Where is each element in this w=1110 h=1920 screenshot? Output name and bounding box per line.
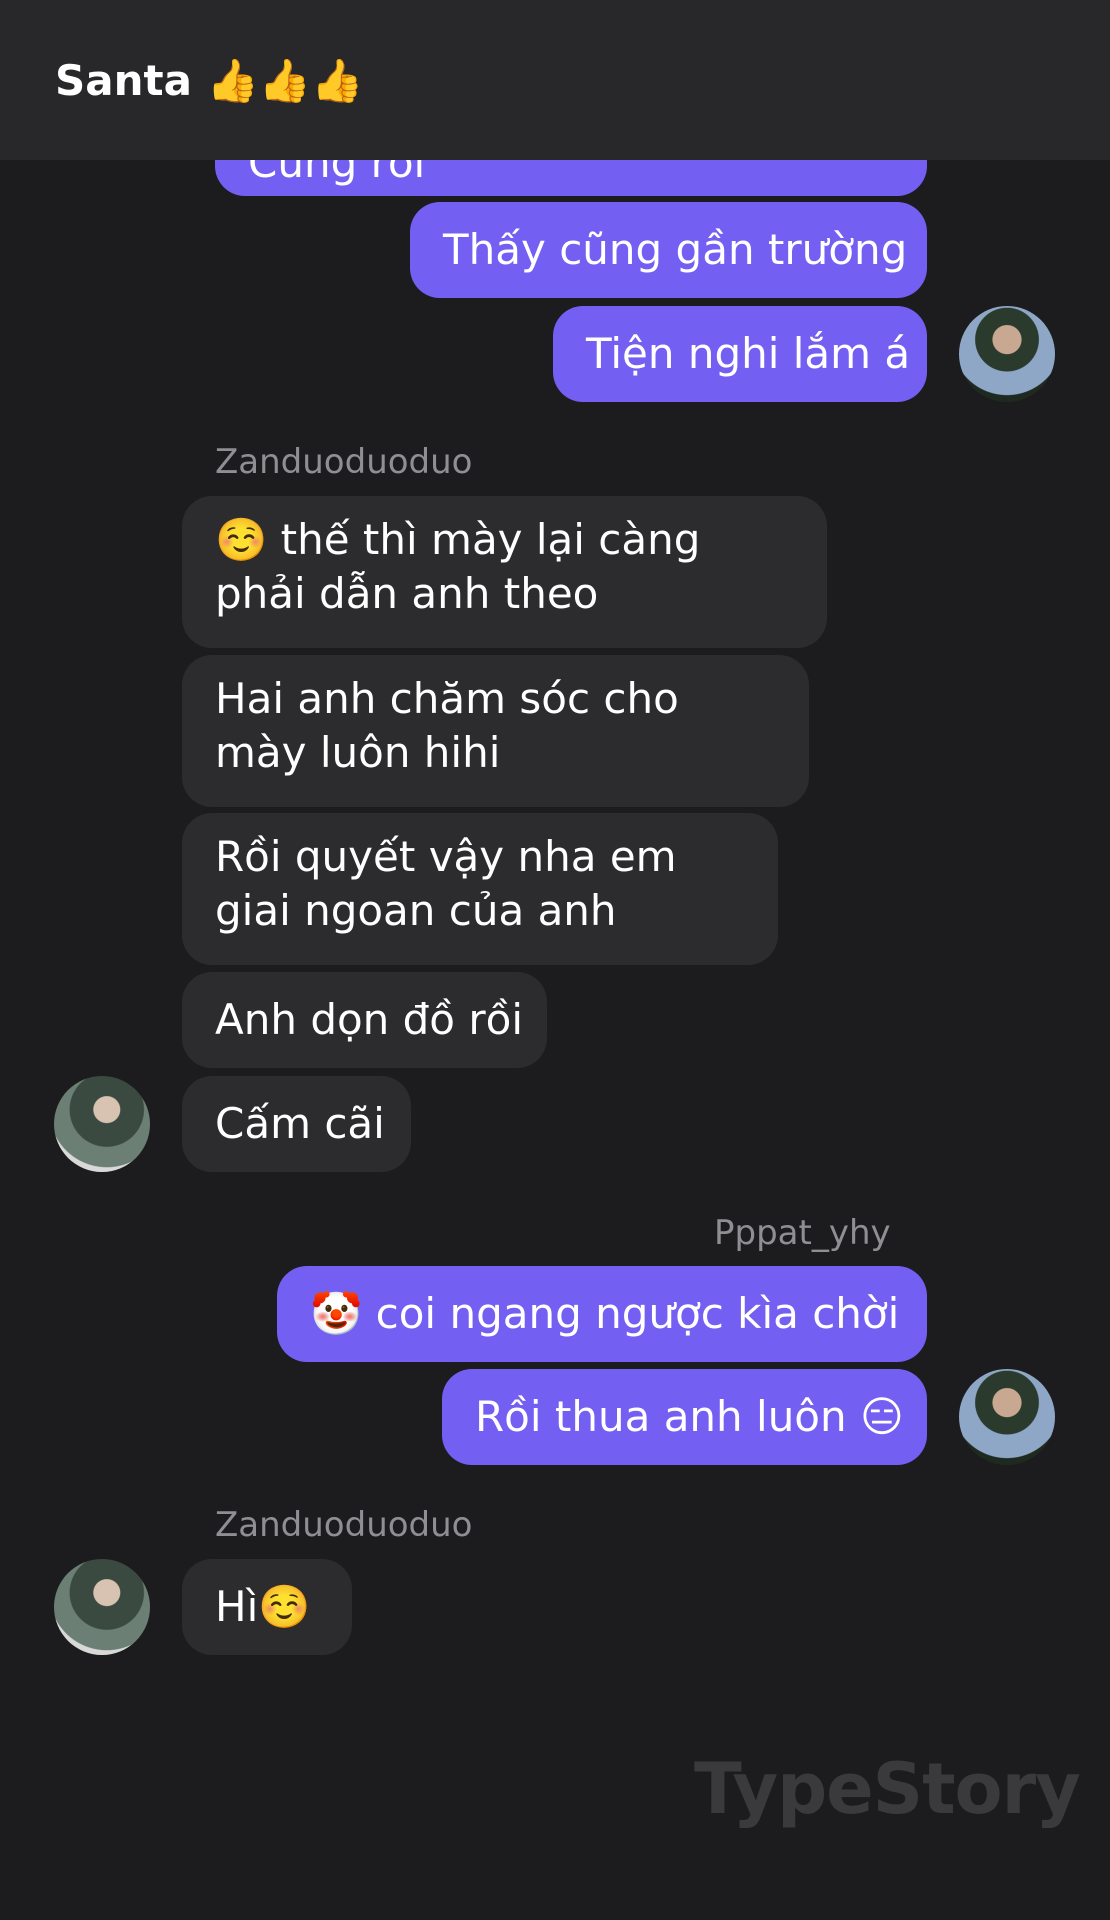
message-bubble[interactable]: 🤡 coi ngang ngược kìa chời [277, 1266, 927, 1362]
message-bubble[interactable]: Cấm cãi [182, 1076, 411, 1172]
message-text: ☺️ thế thì mày lại càng phải dẫn anh the… [215, 515, 701, 618]
message-text: Cấm cãi [215, 1099, 385, 1148]
message-text: Rồi thua anh luôn 😑 [475, 1392, 904, 1441]
chat-title[interactable]: Santa 👍👍👍 [55, 52, 363, 110]
chat-header: Santa 👍👍👍 [0, 0, 1110, 160]
message-text: Hai anh chăm sóc cho mày luôn hihi [215, 674, 679, 777]
sender-name: Zanduoduoduo [215, 1505, 473, 1545]
sender-name: Pppat_yhy [714, 1213, 891, 1253]
message-bubble[interactable]: Hì☺️ [182, 1559, 352, 1655]
avatar[interactable] [54, 1559, 150, 1655]
message-bubble[interactable]: Thấy cũng gần trường [410, 202, 927, 298]
avatar[interactable] [959, 306, 1055, 402]
chat-area[interactable]: Santa 👍👍👍 Cũng rồi Thấy cũng gần trường … [0, 0, 1110, 1920]
watermark-logo: TypeStory [694, 1748, 1081, 1830]
message-bubble[interactable]: Tiện nghi lắm á [553, 306, 927, 402]
message-text: 🤡 coi ngang ngược kìa chời [310, 1289, 900, 1338]
message-text: Rồi quyết vậy nha em giai ngoan của anh [215, 832, 677, 935]
sender-name: Zanduoduoduo [215, 442, 473, 482]
message-text: Hì☺️ [215, 1582, 311, 1631]
message-bubble[interactable]: ☺️ thế thì mày lại càng phải dẫn anh the… [182, 496, 827, 648]
message-text: Thấy cũng gần trường [443, 225, 908, 274]
message-bubble[interactable]: Rồi quyết vậy nha em giai ngoan của anh [182, 813, 778, 965]
message-text: Tiện nghi lắm á [586, 329, 911, 378]
message-bubble[interactable]: Hai anh chăm sóc cho mày luôn hihi [182, 655, 809, 807]
avatar[interactable] [54, 1076, 150, 1172]
message-text: Anh dọn đồ rồi [215, 995, 523, 1044]
message-bubble[interactable]: Rồi thua anh luôn 😑 [442, 1369, 927, 1465]
message-bubble[interactable]: Anh dọn đồ rồi [182, 972, 547, 1068]
avatar[interactable] [959, 1369, 1055, 1465]
